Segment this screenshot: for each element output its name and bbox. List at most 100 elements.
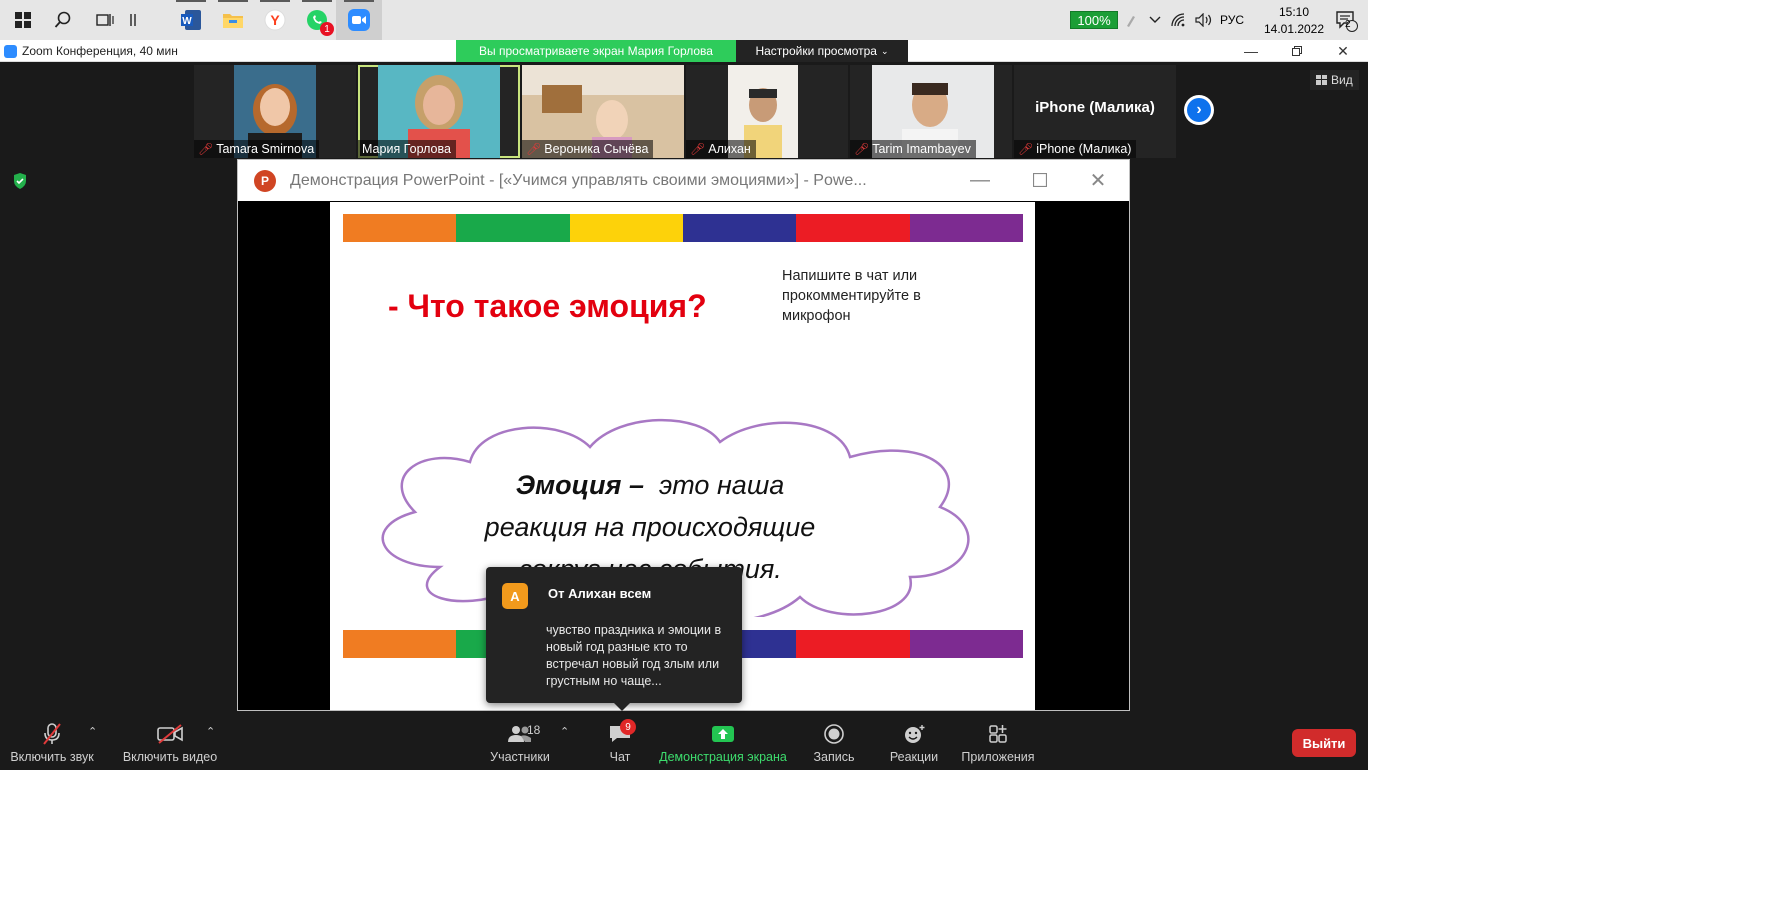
chat-notification-popup[interactable]: А От Алихан всем чувство праздника и эмо…: [486, 567, 742, 711]
slide-instruction: Напишите в чат или прокомментируйте в ми…: [782, 268, 921, 324]
participant-name: 🎤︎ Вероника Сычёва: [522, 140, 654, 158]
color-stripe-top: [343, 214, 1023, 242]
security-shield-icon[interactable]: [12, 172, 28, 190]
chat-button[interactable]: 9 Чат: [596, 715, 644, 770]
participants-button[interactable]: 18 Участники: [484, 715, 556, 770]
svg-text:W: W: [182, 16, 192, 27]
yandex-browser-icon[interactable]: Y: [252, 0, 298, 40]
minimize-button[interactable]: —: [1228, 40, 1274, 62]
mic-off-icon: [43, 723, 61, 745]
close-button[interactable]: ✕: [1320, 40, 1366, 62]
chat-message: чувство праздника и эмоции в новый год р…: [546, 623, 722, 688]
zoom-icon[interactable]: [336, 0, 382, 40]
mic-muted-icon: 🎤︎: [1018, 142, 1034, 156]
stripe-segment: [909, 630, 1023, 658]
stripe-segment: [909, 214, 1023, 242]
definition-rest: это наша: [658, 470, 785, 500]
ppt-close-icon[interactable]: ✕: [1078, 166, 1118, 194]
clock-time[interactable]: 15:10: [1266, 5, 1322, 19]
next-page-button[interactable]: ›: [1184, 95, 1214, 125]
record-icon: [824, 724, 844, 744]
participants-caret-icon[interactable]: ⌃: [560, 725, 569, 738]
audio-options-caret-icon[interactable]: ⌃: [88, 725, 97, 738]
leave-button[interactable]: Выйти: [1292, 729, 1356, 757]
window-title: Zoom Конференция, 40 мин: [22, 44, 178, 58]
record-button[interactable]: Запись: [806, 715, 862, 770]
whatsapp-icon[interactable]: 1: [294, 0, 340, 40]
restore-button[interactable]: [1274, 40, 1320, 62]
participant-tile[interactable]: 🎤︎ Вероника Сычёва: [522, 65, 684, 158]
zoom-meeting-area: 🎤︎ Tamara Smirnova Мария Горлова 🎤︎ Веро…: [0, 62, 1368, 770]
participants-label: Участники: [490, 750, 550, 764]
unmute-button[interactable]: Включить звук: [10, 715, 94, 770]
notification-count: 2: [1345, 19, 1351, 30]
stripe-segment: [569, 214, 683, 242]
view-settings-button[interactable]: Настройки просмотра ⌄: [736, 40, 908, 62]
chat-sender: От Алихан всем: [548, 586, 652, 601]
share-screen-icon: [712, 726, 734, 742]
apps-button[interactable]: Приложения: [958, 715, 1038, 770]
chevron-up-icon[interactable]: [1144, 0, 1166, 40]
powerpoint-title: Демонстрация PowerPoint - [«Учимся управ…: [290, 172, 867, 189]
stripe-segment: [796, 214, 910, 242]
search-icon[interactable]: [40, 0, 86, 40]
zoom-titlebar: Zoom Конференция, 40 мин Вы просматривае…: [0, 40, 1368, 62]
stripe-segment: [343, 630, 457, 658]
battery-indicator[interactable]: 100%: [1070, 11, 1118, 29]
mic-muted-icon: 🎤︎: [690, 142, 706, 156]
participants-count: 18: [527, 723, 541, 737]
participant-tile[interactable]: Мария Горлова: [358, 65, 520, 158]
meeting-toolbar: Включить звук ⌃ Включить видео ⌃ 18 Учас…: [0, 715, 1368, 770]
apps-label: Приложения: [961, 750, 1035, 764]
chat-unread-badge: 9: [620, 719, 636, 735]
windows-taskbar: W Y 1 100% РУС 15:10 14.01.2022 2: [0, 0, 1368, 40]
start-video-button[interactable]: Включить видео: [118, 715, 222, 770]
reactions-button[interactable]: Реакции: [884, 715, 944, 770]
participant-tile[interactable]: iPhone (Малика) 🎤︎ iPhone (Малика): [1014, 65, 1176, 158]
participant-tile[interactable]: 🎤︎ Tarim Imambayev: [850, 65, 1012, 158]
zoom-logo-icon: [4, 45, 17, 58]
pen-icon[interactable]: [1120, 0, 1140, 40]
participant-tile[interactable]: 🎤︎ Tamara Smirnova: [194, 65, 356, 158]
stripe-segment: [456, 214, 570, 242]
share-screen-label: Демонстрация экрана: [659, 750, 787, 764]
powerpoint-titlebar: P Демонстрация PowerPoint - [«Учимся упр…: [238, 160, 1129, 201]
ppt-maximize-icon[interactable]: [1020, 166, 1060, 194]
unmute-label: Включить звук: [10, 750, 94, 764]
mic-muted-icon: 🎤︎: [526, 142, 542, 156]
stripe-segment: [682, 214, 797, 242]
grid-icon: [1316, 75, 1327, 85]
video-options-caret-icon[interactable]: ⌃: [206, 725, 215, 738]
view-settings-label: Настройки просмотра: [755, 44, 877, 58]
participant-tile[interactable]: 🎤︎ Алихан: [686, 65, 848, 158]
reactions-label: Реакции: [889, 750, 939, 764]
definition-dash: –: [621, 470, 659, 500]
definition-term: Эмоция: [515, 470, 622, 500]
viewing-screen-banner: Вы просматриваете экран Мария Горлова: [456, 40, 736, 62]
powerpoint-logo-icon: P: [254, 170, 276, 192]
video-off-icon: [157, 724, 183, 744]
word-icon[interactable]: W: [168, 0, 214, 40]
participant-name: Мария Горлова: [358, 140, 456, 158]
chat-avatar: А: [502, 583, 528, 609]
participant-name: 🎤︎ iPhone (Малика): [1014, 140, 1137, 158]
ppt-minimize-icon[interactable]: —: [960, 166, 1000, 194]
language-indicator[interactable]: РУС: [1220, 13, 1244, 27]
definition-line-1: Эмоция – это наша: [450, 464, 850, 506]
chevron-right-icon: ›: [1187, 98, 1211, 122]
share-screen-button[interactable]: Демонстрация экрана: [658, 715, 788, 770]
wifi-icon[interactable]: [1168, 0, 1190, 40]
participant-display-name: iPhone (Малика): [1035, 99, 1155, 116]
view-button-label: Вид: [1331, 73, 1353, 87]
notifications-icon[interactable]: 2: [1326, 0, 1366, 40]
chevron-down-icon: ⌄: [880, 45, 889, 56]
apps-icon: [989, 725, 1007, 743]
start-video-label: Включить видео: [122, 750, 218, 764]
file-explorer-icon[interactable]: [210, 0, 256, 40]
volume-icon[interactable]: [1192, 0, 1216, 40]
view-button[interactable]: Вид: [1310, 70, 1359, 90]
clock-date[interactable]: 14.01.2022: [1252, 22, 1336, 36]
record-label: Запись: [813, 750, 855, 764]
stripe-segment: [343, 214, 457, 242]
whatsapp-badge: 1: [320, 22, 334, 36]
